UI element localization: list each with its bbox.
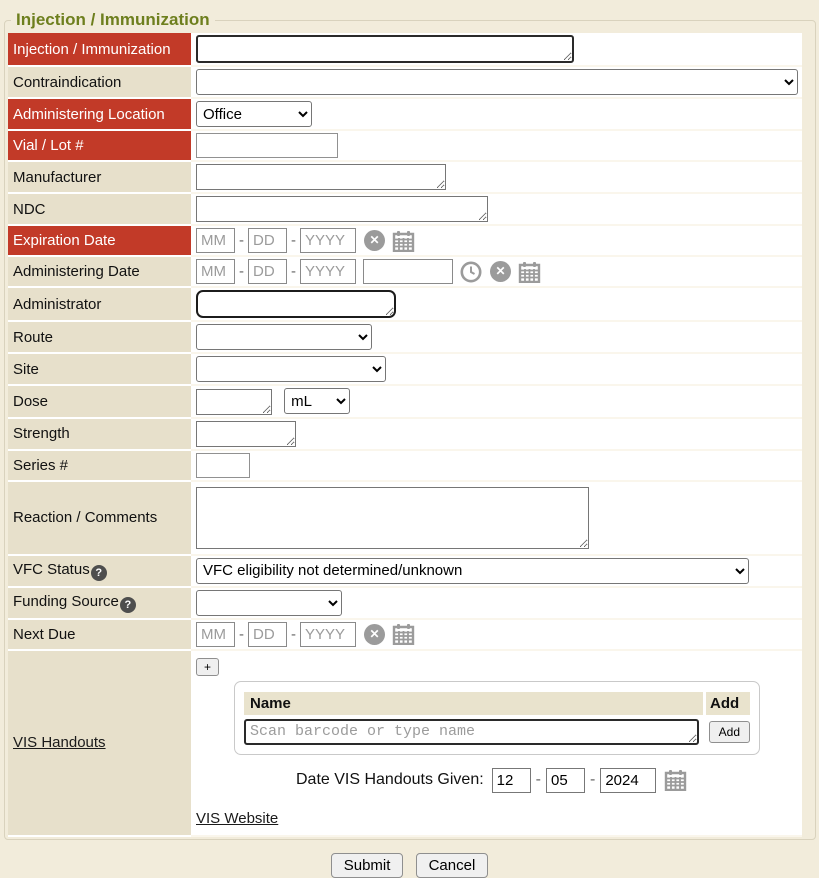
row-route: Route [8,321,802,353]
vis-date-day-input[interactable] [546,768,585,793]
vis-add-button[interactable]: Add [709,721,750,743]
row-ndc: NDC [8,193,802,225]
administering-location-select[interactable]: Office [196,101,312,127]
row-manufacturer: Manufacturer [8,161,802,193]
reaction-input[interactable] [196,487,589,549]
row-vis-handouts: VIS Handouts + Name Add Add Date VIS Han… [8,650,802,836]
next-due-year-input[interactable] [300,622,356,647]
administering-day-input[interactable] [248,259,287,284]
vis-date-year-input[interactable] [600,768,656,793]
administrator-label: Administrator [8,287,191,321]
cancel-button[interactable]: Cancel [416,853,489,878]
row-administering-location: Administering Location Office [8,98,802,130]
expiration-year-input[interactable] [300,228,356,253]
row-dose: Dose mL [8,385,802,418]
help-icon[interactable]: ? [91,565,107,581]
vis-handouts-link[interactable]: VIS Handouts [13,734,106,751]
submit-button[interactable]: Submit [331,853,404,878]
expiration-day-input[interactable] [248,228,287,253]
vis-handouts-label-cell: VIS Handouts [8,650,191,836]
contraindication-label: Contraindication [8,66,191,98]
ndc-input[interactable] [196,196,488,222]
row-strength: Strength [8,418,802,450]
vis-date-month-input[interactable] [492,768,531,793]
row-next-due: Next Due -- ✕ [8,619,802,650]
vial-lot-label: Vial / Lot # [8,130,191,161]
vis-website-link[interactable]: VIS Website [196,810,278,827]
administering-time-input[interactable] [363,259,453,284]
form-table: Injection / Immunization Contraindicatio… [8,33,802,837]
administrator-input[interactable] [196,290,396,318]
administering-date-label: Administering Date [8,256,191,287]
funding-source-select[interactable] [196,590,342,616]
route-label: Route [8,321,191,353]
administering-year-input[interactable] [300,259,356,284]
administering-month-input[interactable] [196,259,235,284]
row-injection: Injection / Immunization [8,33,802,66]
row-administering-date: Administering Date -- ✕ [8,256,802,287]
expiration-date-label: Expiration Date [8,225,191,256]
route-select[interactable] [196,324,372,350]
injection-input[interactable] [196,35,574,63]
injection-immunization-form: Injection / Immunization Injection / Imm… [4,10,816,840]
clear-date-icon[interactable]: ✕ [490,261,511,282]
row-reaction: Reaction / Comments [8,481,802,555]
series-label: Series # [8,450,191,481]
row-series: Series # [8,450,802,481]
calendar-icon[interactable] [518,261,541,283]
site-label: Site [8,353,191,385]
administering-location-label: Administering Location [8,98,191,130]
help-icon[interactable]: ? [120,597,136,613]
series-input[interactable] [196,453,250,478]
clock-icon[interactable] [460,261,482,283]
vial-lot-input[interactable] [196,133,338,158]
site-select[interactable] [196,356,386,382]
manufacturer-label: Manufacturer [8,161,191,193]
vis-date-given-label: Date VIS Handouts Given: [296,771,484,789]
dose-unit-select[interactable]: mL [284,388,350,414]
row-administrator: Administrator [8,287,802,321]
vis-handouts-box: Name Add Add [234,681,760,755]
row-funding-source: Funding Source? [8,587,802,619]
next-due-day-input[interactable] [248,622,287,647]
strength-input[interactable] [196,421,296,447]
vis-scan-input[interactable] [244,719,699,745]
row-vfc-status: VFC Status? VFC eligibility not determin… [8,555,802,587]
strength-label: Strength [8,418,191,450]
row-vial-lot: Vial / Lot # [8,130,802,161]
dose-label: Dose [8,385,191,418]
row-site: Site [8,353,802,385]
next-due-label: Next Due [8,619,191,650]
calendar-icon[interactable] [392,623,415,645]
manufacturer-input[interactable] [196,164,446,190]
calendar-icon[interactable] [664,769,687,791]
calendar-icon[interactable] [392,230,415,252]
injection-label: Injection / Immunization [8,33,191,66]
vis-date-given-line: Date VIS Handouts Given: -- [296,768,798,793]
next-due-month-input[interactable] [196,622,235,647]
vis-add-row-button[interactable]: + [196,658,219,676]
dose-input[interactable] [196,389,272,415]
contraindication-select[interactable] [196,69,798,95]
vis-add-header: Add [706,692,750,715]
vfc-status-label: VFC Status? [8,555,191,587]
expiration-month-input[interactable] [196,228,235,253]
ndc-label: NDC [8,193,191,225]
form-title: Injection / Immunization [11,10,215,30]
row-contraindication: Contraindication [8,66,802,98]
vis-table-header: Name Add [244,692,750,715]
funding-source-label: Funding Source? [8,587,191,619]
vfc-status-select[interactable]: VFC eligibility not determined/unknown [196,558,749,584]
row-expiration-date: Expiration Date -- ✕ [8,225,802,256]
clear-date-icon[interactable]: ✕ [364,230,385,251]
date-separator: - [239,232,244,249]
reaction-label: Reaction / Comments [8,481,191,555]
form-actions: Submit Cancel [0,853,819,878]
vis-input-row: Add [244,719,750,745]
clear-date-icon[interactable]: ✕ [364,624,385,645]
vis-name-header: Name [244,692,703,715]
